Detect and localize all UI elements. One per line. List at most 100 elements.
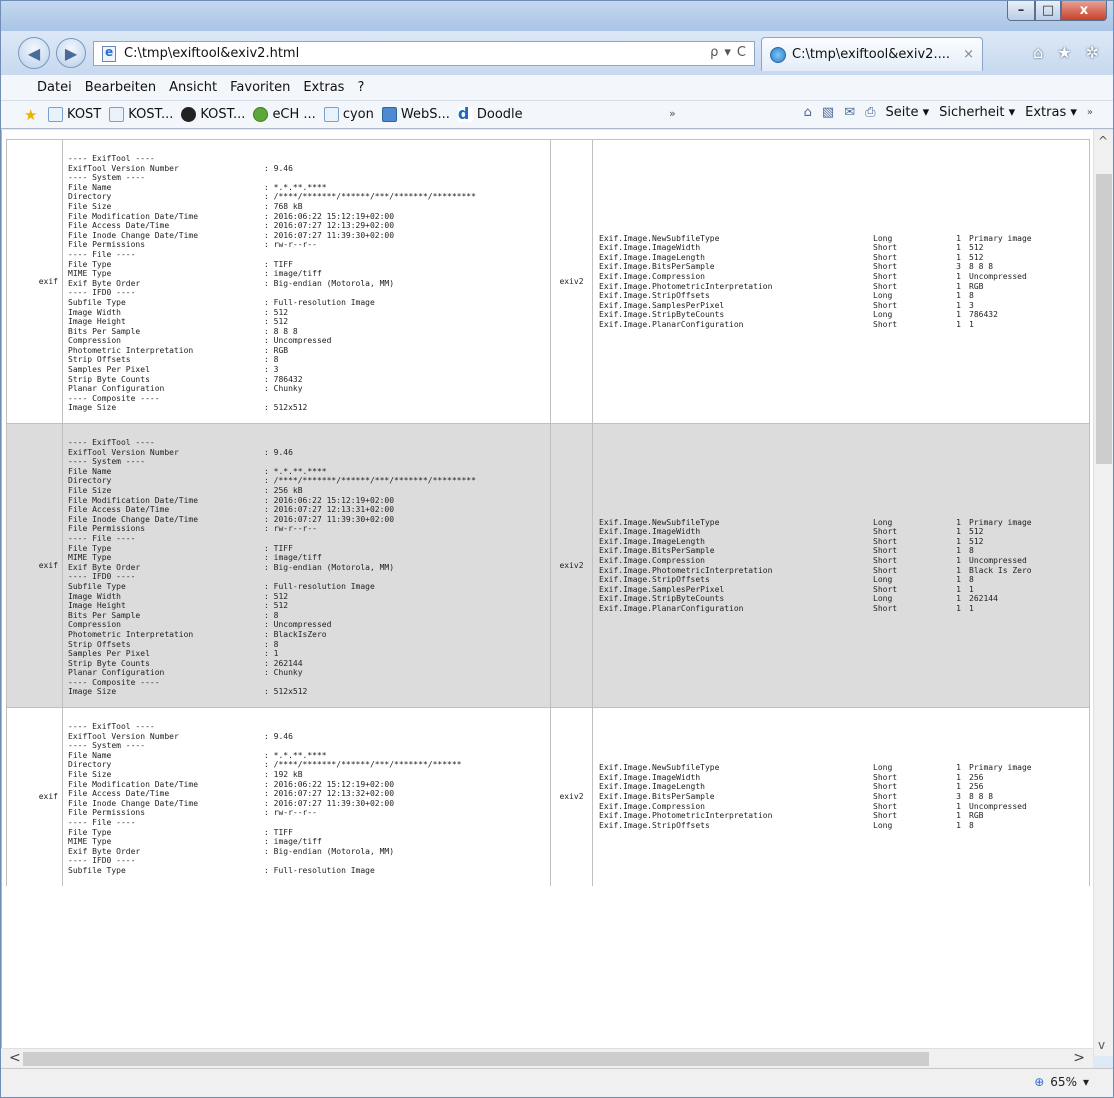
- address-bar[interactable]: C:\tmp\exiftool&exiv2.html ρ ▾ C: [93, 41, 755, 66]
- menu-bearbeiten[interactable]: Bearbeiten: [85, 80, 156, 95]
- exiv2-tag-line: Exif.Image.StripOffsets Long 1 8: [599, 291, 1032, 301]
- exif-value: : Chunky: [264, 384, 303, 394]
- vertical-scrollbar[interactable]: ^ v: [1093, 130, 1113, 1056]
- dropdown-icon[interactable]: ▾: [724, 45, 731, 60]
- scroll-left-icon[interactable]: <: [9, 1050, 21, 1066]
- zoom-dropdown-icon[interactable]: ▾: [1083, 1075, 1089, 1089]
- exiv2-tag-line: Exif.Image.BitsPerSample Short 1 8: [599, 546, 1032, 556]
- favorite-item[interactable]: cyon: [323, 107, 374, 122]
- exif-key: Strip Offsets: [68, 639, 131, 649]
- search-icon[interactable]: ρ: [710, 45, 718, 60]
- exiv2-tag-count: 1: [956, 319, 961, 329]
- scroll-up-icon[interactable]: ^: [1098, 134, 1108, 148]
- exiv2-tag-value: Uncompressed: [969, 555, 1027, 565]
- menu-extras[interactable]: Extras: [303, 80, 344, 95]
- exiv2-tag-count: 1: [956, 310, 961, 320]
- exif-key: Exif Byte Order: [68, 562, 141, 572]
- favorite-item[interactable]: WebS...: [381, 107, 450, 122]
- exif-key: Bits Per Sample: [68, 610, 141, 620]
- favbar-more-icon[interactable]: »: [669, 107, 676, 120]
- exiv2-tag-count: 1: [956, 281, 961, 291]
- horizontal-scrollbar[interactable]: < >: [1, 1048, 1093, 1068]
- exiv2-tag-type: Short: [873, 252, 898, 262]
- exif-line: ---- ExifTool ----: [68, 722, 550, 732]
- exif-line: Planar Configuration: Chunky: [68, 668, 550, 678]
- exiv2-tag-value: 3: [969, 300, 974, 310]
- tools-menu-button[interactable]: Extras ▾: [1025, 105, 1077, 120]
- feeds-icon[interactable]: ▧: [822, 105, 834, 120]
- exif-value: : 2016:07:27 11:39:30+02:00: [264, 798, 395, 808]
- zoom-control[interactable]: ⊕ 65% ▾: [1034, 1075, 1089, 1089]
- scroll-right-icon[interactable]: >: [1073, 1050, 1085, 1066]
- maximize-button[interactable]: □: [1035, 1, 1061, 21]
- exiv2-tag-line: Exif.Image.NewSubfileType Long 1 Primary im…: [599, 763, 1032, 773]
- exif-label-cell: exif: [7, 140, 63, 424]
- favorite-item[interactable]: KOST...: [109, 107, 173, 122]
- favorite-item[interactable]: eCH ...: [253, 107, 316, 122]
- vertical-scroll-thumb[interactable]: [1096, 174, 1112, 464]
- exif-key: ExifTool Version Number: [68, 163, 179, 173]
- exif-key: Strip Byte Counts: [68, 374, 150, 384]
- favorite-label: KOST...: [128, 107, 174, 122]
- exiv2-tag-count: 1: [956, 252, 961, 262]
- favorites-icon[interactable]: ★: [1057, 43, 1071, 62]
- exif-line: File Name: *.*.**.****: [68, 467, 550, 477]
- exiv2-tag-line: Exif.Image.BitsPerSample Short 3 8 8 8: [599, 792, 1032, 802]
- exiv2-tag-line: Exif.Image.StripByteCounts Long 1 786432: [599, 310, 1032, 320]
- safety-menu-button[interactable]: Sicherheit ▾: [939, 105, 1015, 120]
- tab-active[interactable]: C:\tmp\exiftool&exiv2.... ×: [761, 37, 983, 71]
- exif-line: Image Height: 512: [68, 317, 550, 327]
- exif-value: : rw-r--r--: [264, 240, 317, 250]
- scroll-down-icon[interactable]: v: [1098, 1038, 1105, 1052]
- menu-datei[interactable]: Datei: [37, 80, 72, 95]
- refresh-icon[interactable]: C: [737, 45, 746, 60]
- exiv2-tag-count: 1: [956, 291, 961, 301]
- exif-line: Compression: Uncompressed: [68, 620, 550, 630]
- exiv2-tag-list: Exif.Image.NewSubfileType Long 1 Primary im…: [599, 234, 1032, 330]
- exif-value: : *.*.**.****: [264, 750, 327, 760]
- close-window-button[interactable]: x: [1061, 1, 1107, 21]
- exif-line: Directory: /****/*******/******/***/****…: [68, 760, 550, 770]
- exif-value: : rw-r--r--: [264, 524, 317, 534]
- back-button[interactable]: ◀: [18, 37, 50, 69]
- ie-icon: [770, 46, 786, 63]
- home-icon[interactable]: ⌂: [1033, 43, 1043, 62]
- exiv2-tag-type: Short: [873, 319, 898, 329]
- exif-value: : 2016:07:27 11:39:30+02:00: [264, 514, 395, 524]
- tab-close-icon[interactable]: ×: [963, 47, 974, 62]
- forward-button[interactable]: ▶: [56, 38, 86, 68]
- favorites-star-icon[interactable]: ★: [24, 107, 40, 123]
- exif-line: File Modification Date/Time: 2016:06:22 …: [68, 212, 550, 222]
- exif-line: Planar Configuration: Chunky: [68, 384, 550, 394]
- home-icon[interactable]: ⌂: [804, 105, 812, 120]
- exiv2-tag-value: 512: [969, 252, 984, 262]
- page-content: exif ---- ExifTool ---- ExifTool Version N…: [1, 130, 1093, 1056]
- menu-help[interactable]: ?: [357, 80, 364, 95]
- exiv2-tag-count: 1: [956, 555, 961, 565]
- minimize-button[interactable]: –: [1007, 1, 1035, 21]
- favorite-item[interactable]: KOST: [48, 107, 101, 122]
- mail-icon[interactable]: ✉: [844, 105, 855, 120]
- menu-favoriten[interactable]: Favoriten: [230, 80, 290, 95]
- exif-value: : 2016:07:27 11:39:30+02:00: [264, 230, 395, 240]
- horizontal-scroll-thumb[interactable]: [23, 1052, 929, 1066]
- command-more-icon[interactable]: »: [1087, 107, 1093, 118]
- table-row: exif ---- ExifTool ---- ExifTool Version N…: [6, 423, 1090, 708]
- favorite-item[interactable]: KOST...: [181, 107, 245, 122]
- exiv2-tag-type: Short: [873, 271, 898, 281]
- address-text[interactable]: C:\tmp\exiftool&exiv2.html: [124, 46, 299, 61]
- exif-value: : Uncompressed: [264, 620, 332, 630]
- exif-line: Image Width: 512: [68, 308, 550, 318]
- print-icon[interactable]: ⎙: [865, 105, 875, 120]
- exif-key: ---- Composite ----: [68, 677, 160, 687]
- page-icon: [102, 45, 116, 62]
- exiv2-tag-count: 1: [956, 243, 961, 253]
- page-menu-button[interactable]: Seite ▾: [886, 105, 930, 120]
- exif-value: : image/tiff: [264, 269, 322, 279]
- exif-line: Image Size: 512x512: [68, 403, 550, 413]
- exif-key: MIME Type: [68, 837, 112, 847]
- favorite-item[interactable]: d Doodle: [457, 106, 523, 122]
- menu-ansicht[interactable]: Ansicht: [169, 80, 217, 95]
- window-controls: – □ x: [1007, 1, 1107, 21]
- settings-icon[interactable]: ✲: [1086, 43, 1099, 62]
